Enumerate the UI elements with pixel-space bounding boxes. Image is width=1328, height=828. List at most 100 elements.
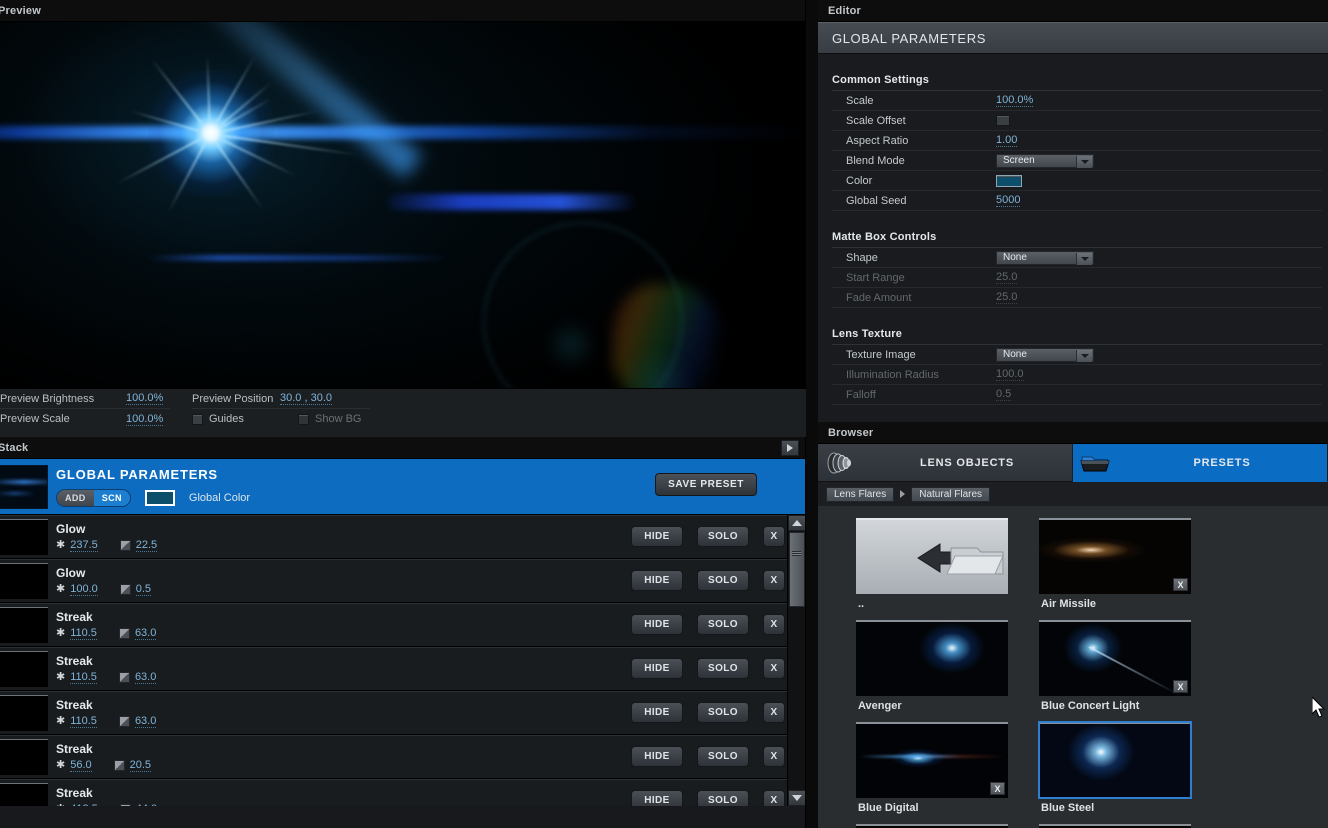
- layer-row[interactable]: Streak ✱ 110.5 63.0 HIDE SOLO X: [0, 603, 805, 647]
- editor-param-row[interactable]: Shape None: [832, 248, 1322, 268]
- preview-scale-row[interactable]: Preview Scale 100.0%: [0, 409, 170, 429]
- layer-size[interactable]: 63.0: [118, 671, 157, 684]
- layer-delete-button[interactable]: X: [763, 658, 785, 679]
- guides-toggle[interactable]: Guides: [192, 413, 298, 425]
- editor-param-checkbox[interactable]: [996, 115, 1010, 126]
- editor-param-row[interactable]: Aspect Ratio 1.00: [832, 131, 1322, 151]
- stack-expand-button[interactable]: [781, 440, 799, 456]
- chevron-down-icon[interactable]: [1076, 349, 1092, 362]
- layer-size-value[interactable]: 63.0: [134, 715, 157, 728]
- editor-param-row[interactable]: Scale Offset: [832, 111, 1322, 131]
- preview-brightness-value[interactable]: 100.0%: [126, 392, 164, 405]
- layer-row[interactable]: Streak ✱ 110.5 63.0 HIDE SOLO X: [0, 691, 805, 735]
- layer-brightness-value[interactable]: 100.0: [70, 583, 98, 596]
- blend-mode-toggle[interactable]: ADD SCN: [56, 488, 131, 507]
- editor-param-row[interactable]: Global Seed 5000: [832, 191, 1322, 211]
- layer-brightness-value[interactable]: 237.5: [70, 539, 98, 552]
- global-color-swatch[interactable]: [144, 489, 175, 506]
- layer-solo-button[interactable]: SOLO: [697, 790, 749, 806]
- layer-delete-button[interactable]: X: [763, 570, 785, 591]
- preview-scale-value[interactable]: 100.0%: [126, 413, 164, 426]
- flare-thumbnail[interactable]: X: [1039, 620, 1191, 696]
- save-preset-button[interactable]: SAVE PRESET: [655, 473, 757, 496]
- editor-param-value[interactable]: 1.00: [996, 134, 1018, 147]
- layer-brightness-value[interactable]: 413.5: [70, 803, 98, 807]
- editor-param-row[interactable]: Scale 100.0%: [832, 91, 1322, 111]
- browser-item[interactable]: X: [856, 824, 1011, 828]
- browser-item[interactable]: ..: [856, 518, 1011, 610]
- layer-hide-button[interactable]: HIDE: [631, 658, 683, 679]
- layer-row[interactable]: Streak ✱ 110.5 63.0 HIDE SOLO X: [0, 647, 805, 691]
- flare-thumbnail[interactable]: X: [1039, 824, 1191, 828]
- editor-param-row[interactable]: Texture Image None: [832, 345, 1322, 365]
- layer-hide-button[interactable]: HIDE: [631, 702, 683, 723]
- editor-param-value[interactable]: 25.0: [996, 271, 1018, 284]
- layer-row[interactable]: Streak ✱ 56.0 20.5 HIDE SOLO X: [0, 735, 805, 779]
- editor-param-value[interactable]: 5000: [996, 194, 1021, 207]
- layer-solo-button[interactable]: SOLO: [697, 702, 749, 723]
- parent-folder-thumbnail[interactable]: [856, 518, 1008, 594]
- layer-brightness[interactable]: ✱ 56.0: [56, 759, 92, 772]
- browser-item[interactable]: X Air Missile: [1039, 518, 1194, 610]
- layer-brightness[interactable]: ✱ 110.5: [56, 627, 97, 640]
- layer-size-value[interactable]: 0.5: [135, 583, 152, 596]
- global-parameters-row[interactable]: GLOBAL PARAMETERS ADD SCN Global Color S…: [0, 459, 805, 515]
- layer-delete-button[interactable]: X: [763, 526, 785, 547]
- layer-size[interactable]: 63.0: [118, 715, 157, 728]
- flare-thumbnail[interactable]: X: [856, 824, 1008, 828]
- layer-hide-button[interactable]: HIDE: [631, 526, 683, 547]
- layer-solo-button[interactable]: SOLO: [697, 526, 749, 547]
- layer-brightness-value[interactable]: 110.5: [70, 671, 97, 684]
- layer-brightness[interactable]: ✱ 237.5: [56, 539, 98, 552]
- layer-brightness-value[interactable]: 56.0: [70, 759, 92, 772]
- breadcrumb-item-0[interactable]: Lens Flares: [826, 486, 895, 502]
- browser-item[interactable]: X Blue Concert Light: [1039, 620, 1194, 712]
- chevron-down-icon[interactable]: [1076, 155, 1092, 168]
- editor-param-row[interactable]: Falloff 0.5: [832, 385, 1322, 405]
- layer-delete-button[interactable]: X: [763, 746, 785, 767]
- editor-param-row[interactable]: Fade Amount 25.0: [832, 288, 1322, 308]
- layer-delete-button[interactable]: X: [763, 790, 785, 806]
- remove-item-badge[interactable]: X: [1173, 680, 1188, 693]
- editor-param-value[interactable]: 100.0: [996, 368, 1024, 381]
- preview-position-row[interactable]: Preview Position 30.0 , 30.0: [192, 389, 370, 409]
- layer-size-value[interactable]: 20.5: [129, 759, 152, 772]
- remove-item-badge[interactable]: X: [990, 782, 1005, 795]
- layer-row[interactable]: Glow ✱ 237.5 22.5 HIDE SOLO X: [0, 515, 805, 559]
- layer-size[interactable]: 22.5: [119, 539, 158, 552]
- layer-hide-button[interactable]: HIDE: [631, 614, 683, 635]
- flare-thumbnail[interactable]: [1038, 721, 1192, 799]
- scroll-up-button[interactable]: [788, 515, 805, 531]
- layer-size-value[interactable]: 63.0: [134, 627, 157, 640]
- layer-size[interactable]: 44.0: [119, 803, 157, 807]
- breadcrumb-item-1[interactable]: Natural Flares: [911, 486, 991, 502]
- layer-brightness-value[interactable]: 110.5: [70, 715, 97, 728]
- layer-size-value[interactable]: 44.0: [136, 803, 157, 807]
- browser-item[interactable]: Avenger: [856, 620, 1011, 712]
- scrollbar-thumb[interactable]: [789, 532, 805, 607]
- scroll-down-button[interactable]: [788, 790, 805, 806]
- editor-param-value[interactable]: 100.0%: [996, 94, 1034, 107]
- layer-delete-button[interactable]: X: [763, 702, 785, 723]
- blend-scn-button[interactable]: SCN: [93, 489, 130, 506]
- layer-brightness[interactable]: ✱ 413.5: [56, 803, 98, 807]
- layer-hide-button[interactable]: HIDE: [631, 790, 683, 806]
- guides-checkbox-icon[interactable]: [192, 413, 203, 425]
- preview-brightness-row[interactable]: Preview Brightness 100.0%: [0, 389, 170, 409]
- editor-param-row[interactable]: Blend Mode Screen: [832, 151, 1322, 171]
- tab-presets[interactable]: PRESETS: [1073, 444, 1328, 482]
- preview-position-value[interactable]: 30.0 , 30.0: [280, 392, 332, 405]
- layer-brightness-value[interactable]: 110.5: [70, 627, 97, 640]
- layer-hide-button[interactable]: HIDE: [631, 746, 683, 767]
- remove-item-badge[interactable]: X: [1173, 578, 1188, 591]
- tab-lens-objects[interactable]: LENS OBJECTS: [818, 444, 1073, 482]
- showbg-toggle[interactable]: Show BG: [298, 413, 361, 425]
- editor-param-row[interactable]: Illumination Radius 100.0: [832, 365, 1322, 385]
- layer-solo-button[interactable]: SOLO: [697, 658, 749, 679]
- flare-thumbnail[interactable]: X: [1039, 518, 1191, 594]
- flare-thumbnail[interactable]: X: [856, 722, 1008, 798]
- layer-brightness[interactable]: ✱ 110.5: [56, 715, 97, 728]
- layer-brightness[interactable]: ✱ 100.0: [56, 583, 98, 596]
- chevron-down-icon[interactable]: [1076, 252, 1092, 265]
- layer-row[interactable]: Streak ✱ 413.5 44.0 HIDE SOLO X: [0, 779, 805, 806]
